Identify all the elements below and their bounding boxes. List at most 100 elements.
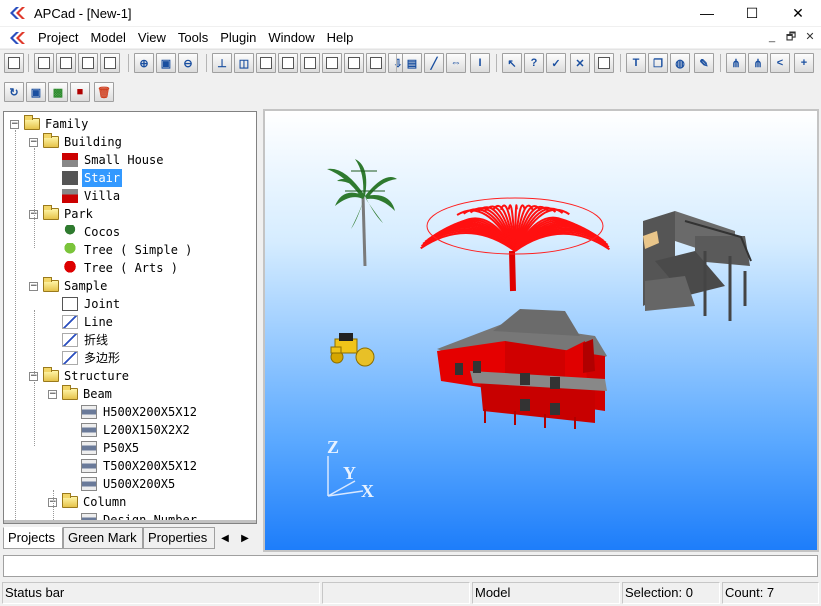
- check-icon: ✓: [551, 57, 561, 70]
- tree-button[interactable]: ⋔: [726, 53, 746, 73]
- view-front-button[interactable]: [256, 53, 276, 73]
- tree-node[interactable]: − Building: [29, 133, 124, 151]
- tree-node[interactable]: Line: [48, 313, 115, 331]
- minimize-button[interactable]: —: [684, 0, 730, 26]
- view-top-button[interactable]: [278, 53, 298, 73]
- tree-node[interactable]: − Park: [29, 205, 95, 223]
- menu-tools[interactable]: Tools: [172, 27, 214, 48]
- beam-icon: [81, 405, 97, 419]
- palette-button[interactable]: ✎: [694, 53, 714, 73]
- tree-node[interactable]: − Family: [10, 115, 90, 133]
- status-empty-pane: [322, 582, 470, 604]
- maximize-button[interactable]: ☐: [729, 0, 775, 26]
- add-node-button[interactable]: +: [794, 53, 814, 73]
- save-as-button[interactable]: ▣: [26, 82, 46, 102]
- tree-node[interactable]: − Column: [48, 493, 128, 511]
- ibeam-button[interactable]: I: [470, 53, 490, 73]
- art-tree-model[interactable]: [420, 197, 611, 292]
- tree-guide-line: [53, 490, 54, 520]
- zoom-in-button[interactable]: ⊕: [134, 53, 154, 73]
- view-left-button[interactable]: [322, 53, 342, 73]
- tab-projects[interactable]: Projects: [3, 527, 63, 549]
- select-button[interactable]: ↖: [502, 53, 522, 73]
- help-cursor-button[interactable]: ?: [524, 53, 544, 73]
- grid-button[interactable]: [56, 53, 76, 73]
- delete-button[interactable]: ✕: [570, 53, 590, 73]
- menu-help[interactable]: Help: [321, 27, 360, 48]
- tree-node[interactable]: 折线: [48, 331, 110, 349]
- globe-button[interactable]: ◍: [670, 53, 690, 73]
- tree-node-label: Family: [45, 117, 89, 131]
- share-button[interactable]: <: [770, 53, 790, 73]
- menu-plugin[interactable]: Plugin: [214, 27, 262, 48]
- menu-view[interactable]: View: [132, 27, 172, 48]
- hierarchy-button[interactable]: ⋔: [748, 53, 768, 73]
- mdi-close-button[interactable]: ✕: [802, 29, 818, 45]
- list-button[interactable]: [100, 53, 120, 73]
- trash-button[interactable]: 🗑: [94, 82, 114, 102]
- tree-node[interactable]: Design Number: [67, 511, 199, 520]
- palm-tree-model[interactable]: [327, 159, 397, 267]
- tab-scroll-right-icon[interactable]: ▶: [237, 529, 253, 548]
- tree-node[interactable]: U500X200X5: [67, 475, 177, 493]
- tree-node[interactable]: L200X150X2X2: [67, 421, 192, 439]
- tree-node[interactable]: Joint: [48, 295, 122, 313]
- status-count: Count: 7: [722, 582, 819, 604]
- menu-model[interactable]: Model: [84, 27, 131, 48]
- tree-node[interactable]: Tree ( Arts ): [48, 259, 180, 277]
- collapse-toggle-icon[interactable]: −: [48, 389, 57, 399]
- check-button[interactable]: ✓: [546, 53, 566, 73]
- close-button[interactable]: ✕: [775, 0, 821, 26]
- app-window: APCad - [New-1] — ☐ ✕ Project Model View…: [0, 0, 821, 606]
- dimension-button[interactable]: ⇔: [446, 53, 466, 73]
- tree-node[interactable]: Stair: [48, 169, 123, 187]
- tree-node[interactable]: Villa: [48, 187, 122, 205]
- new-page-button[interactable]: [4, 53, 24, 73]
- select-icon: ↖: [507, 57, 517, 70]
- image-button[interactable]: ▩: [48, 82, 68, 102]
- refresh-button[interactable]: ↻: [4, 82, 24, 102]
- menu-project[interactable]: Project: [32, 27, 84, 48]
- window-button[interactable]: [78, 53, 98, 73]
- mdi-restore-button[interactable]: 🗗: [783, 29, 799, 45]
- tree-node[interactable]: Cocos: [48, 223, 122, 241]
- tree-node[interactable]: − Beam: [48, 385, 114, 403]
- zoom-out-button[interactable]: ⊖: [178, 53, 198, 73]
- tree-node[interactable]: 多边形: [48, 349, 122, 367]
- mdi-minimize-button[interactable]: _: [764, 29, 780, 45]
- tree-node[interactable]: Small House: [48, 151, 165, 169]
- road-roller-model[interactable]: [330, 333, 375, 367]
- view-back-button[interactable]: [366, 53, 386, 73]
- tab-green-mark[interactable]: Green Mark: [63, 527, 143, 549]
- copy-button[interactable]: ❐: [648, 53, 668, 73]
- tree-node[interactable]: H500X200X5X12: [67, 403, 199, 421]
- add-page-button[interactable]: [34, 53, 54, 73]
- tree-node[interactable]: T500X200X5X12: [67, 457, 199, 475]
- menu-window[interactable]: Window: [262, 27, 320, 48]
- tree-node[interactable]: Tree ( Simple ): [48, 241, 194, 259]
- view-3d-button[interactable]: ◫: [234, 53, 254, 73]
- stair-model[interactable]: [643, 211, 752, 321]
- command-input[interactable]: [3, 555, 818, 577]
- tree-scrollbar[interactable]: [4, 520, 256, 523]
- print-button[interactable]: ▤: [402, 53, 422, 73]
- 3d-viewport[interactable]: Z Y X: [263, 109, 819, 552]
- collapse-toggle-icon[interactable]: −: [10, 119, 19, 129]
- house-model[interactable]: [437, 309, 607, 429]
- tree-node[interactable]: − Structure: [29, 367, 131, 385]
- line-button[interactable]: ╱: [424, 53, 444, 73]
- view-right-button[interactable]: [300, 53, 320, 73]
- lock-button[interactable]: ■: [70, 82, 90, 102]
- text-button[interactable]: T: [626, 53, 646, 73]
- edit-button[interactable]: [594, 53, 614, 73]
- tab-scroll-left-icon[interactable]: ◀: [217, 529, 233, 548]
- family-tree: − Family − Building Small House Stair Villa − Pa…: [4, 112, 256, 520]
- tab-properties[interactable]: Properties: [143, 527, 215, 549]
- axis-button[interactable]: ⊥: [212, 53, 232, 73]
- collapse-toggle-icon[interactable]: −: [29, 281, 38, 291]
- save-button[interactable]: ▣: [156, 53, 176, 73]
- tree-node[interactable]: P50X5: [67, 439, 141, 457]
- view-bottom-button[interactable]: [344, 53, 364, 73]
- collapse-toggle-icon[interactable]: −: [29, 137, 38, 147]
- tree-node[interactable]: − Sample: [29, 277, 109, 295]
